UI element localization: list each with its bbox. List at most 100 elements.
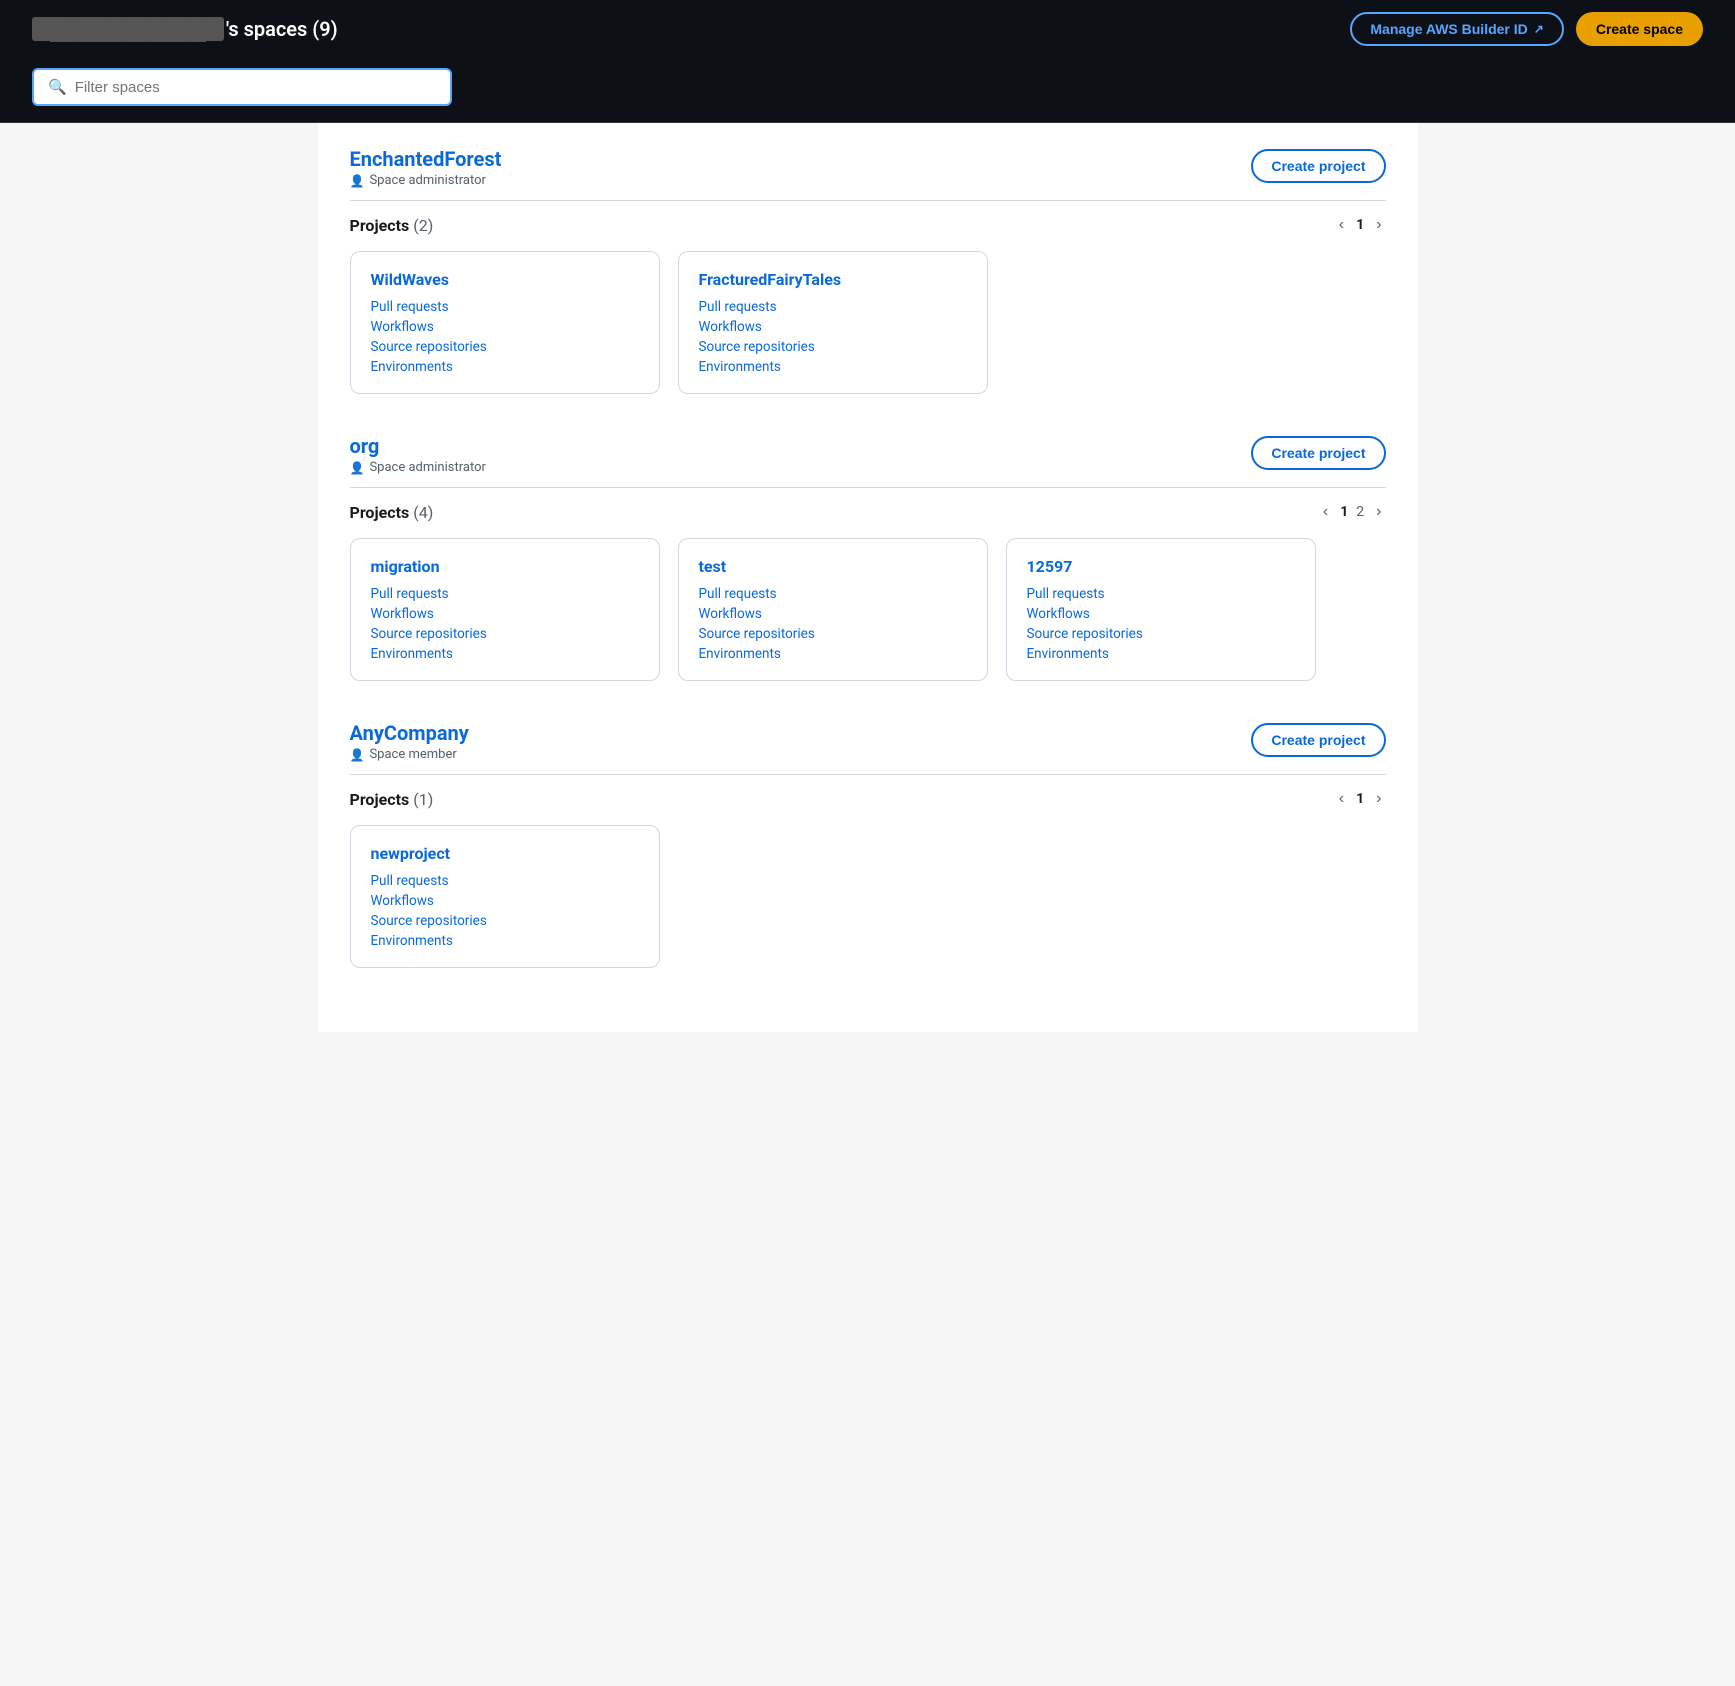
pagination-any-company: ‹ 1 › <box>1335 789 1386 809</box>
project-link-pull-requests-12597[interactable]: Pull requests <box>1027 586 1295 602</box>
pagination-current-enchanted-forest: 1 <box>1356 217 1364 233</box>
title-username: ███████████ <box>32 17 224 41</box>
create-project-button-any-company[interactable]: Create project <box>1251 723 1385 757</box>
project-name-migration[interactable]: migration <box>371 557 639 576</box>
filter-spaces-input[interactable] <box>75 79 355 96</box>
pagination-org: ‹ 12 › <box>1319 502 1386 522</box>
project-links-12597: Pull requests Workflows Source repositorie… <box>1027 586 1295 662</box>
person-icon: 👤 <box>350 461 365 475</box>
project-link-workflows-12597[interactable]: Workflows <box>1027 606 1295 622</box>
project-links-newproject: Pull requests Workflows Source repositorie… <box>371 873 639 949</box>
header-actions: Manage AWS Builder ID ↗ Create space <box>1350 12 1703 46</box>
space-name-link-any-company[interactable]: AnyCompany <box>350 721 469 745</box>
pagination-next-org[interactable]: › <box>1372 502 1385 522</box>
role-text-org: Space administrator <box>369 460 485 475</box>
projects-grid-enchanted-forest: WildWaves Pull requests Workflows Source re… <box>350 251 1386 394</box>
projects-bar-org: Projects (4) ‹ 12 › <box>350 487 1386 522</box>
project-link-workflows-newproject[interactable]: Workflows <box>371 893 639 909</box>
projects-label-org: Projects (4) <box>350 503 434 522</box>
project-link-environments-12597[interactable]: Environments <box>1027 646 1295 662</box>
page-header: ███████████'s spaces (9) Manage AWS Buil… <box>0 0 1735 58</box>
space-info-enchanted-forest: EnchantedForest 👤 Space administrator <box>350 147 502 188</box>
space-role-any-company: 👤 Space member <box>350 747 469 762</box>
space-name-link-org[interactable]: org <box>350 434 380 458</box>
project-link-workflows-wild-waves[interactable]: Workflows <box>371 319 639 335</box>
project-link-source-repositories-migration[interactable]: Source repositories <box>371 626 639 642</box>
space-section-enchanted-forest: EnchantedForest 👤 Space administrator Creat… <box>350 147 1386 394</box>
project-link-environments-wild-waves[interactable]: Environments <box>371 359 639 375</box>
project-link-workflows-fractured-fairy-tales[interactable]: Workflows <box>699 319 967 335</box>
projects-count-any-company: (1) <box>413 790 433 809</box>
projects-grid-any-company: newproject Pull requests Workflows Source r… <box>350 825 1386 968</box>
space-info-org: org 👤 Space administrator <box>350 434 486 475</box>
projects-label-any-company: Projects (1) <box>350 790 434 809</box>
create-project-button-org[interactable]: Create project <box>1251 436 1385 470</box>
project-links-fractured-fairy-tales: Pull requests Workflows Source repositorie… <box>699 299 967 375</box>
projects-bar-enchanted-forest: Projects (2) ‹ 1 › <box>350 200 1386 235</box>
projects-grid-org: migration Pull requests Workflows Source re… <box>350 538 1386 681</box>
project-link-environments-migration[interactable]: Environments <box>371 646 639 662</box>
pagination-page2-org[interactable]: 2 <box>1356 504 1364 520</box>
project-link-source-repositories-12597[interactable]: Source repositories <box>1027 626 1295 642</box>
main-content: EnchantedForest 👤 Space administrator Creat… <box>318 123 1418 1032</box>
space-section-org: org 👤 Space administrator Create project Pro… <box>350 434 1386 681</box>
manage-aws-builder-id-button[interactable]: Manage AWS Builder ID ↗ <box>1350 12 1563 46</box>
project-name-newproject[interactable]: newproject <box>371 844 639 863</box>
project-links-wild-waves: Pull requests Workflows Source repositorie… <box>371 299 639 375</box>
project-link-environments-test[interactable]: Environments <box>699 646 967 662</box>
project-name-wild-waves[interactable]: WildWaves <box>371 270 639 289</box>
project-name-test[interactable]: test <box>699 557 967 576</box>
project-card-wild-waves: WildWaves Pull requests Workflows Source re… <box>350 251 660 394</box>
space-header-org: org 👤 Space administrator Create project <box>350 434 1386 475</box>
project-link-pull-requests-fractured-fairy-tales[interactable]: Pull requests <box>699 299 967 315</box>
pagination-prev-org[interactable]: ‹ <box>1319 502 1332 522</box>
external-link-icon: ↗ <box>1534 22 1544 36</box>
space-header-any-company: AnyCompany 👤 Space member Create project <box>350 721 1386 762</box>
project-link-workflows-migration[interactable]: Workflows <box>371 606 639 622</box>
project-link-source-repositories-newproject[interactable]: Source repositories <box>371 913 639 929</box>
project-link-pull-requests-migration[interactable]: Pull requests <box>371 586 639 602</box>
project-link-workflows-test[interactable]: Workflows <box>699 606 967 622</box>
project-name-fractured-fairy-tales[interactable]: FracturedFairyTales <box>699 270 967 289</box>
page-title: ███████████'s spaces (9) <box>32 17 338 42</box>
projects-label-enchanted-forest: Projects (2) <box>350 216 434 235</box>
project-name-12597[interactable]: 12597 <box>1027 557 1295 576</box>
project-link-environments-newproject[interactable]: Environments <box>371 933 639 949</box>
space-section-any-company: AnyCompany 👤 Space member Create project Pro… <box>350 721 1386 968</box>
search-bar-section: 🔍 <box>0 58 1735 123</box>
projects-count-org: (4) <box>413 503 433 522</box>
spaces-list: EnchantedForest 👤 Space administrator Creat… <box>350 147 1386 968</box>
project-card-test: test Pull requests Workflows Source reposit… <box>678 538 988 681</box>
space-header-enchanted-forest: EnchantedForest 👤 Space administrator Creat… <box>350 147 1386 188</box>
create-project-button-enchanted-forest[interactable]: Create project <box>1251 149 1385 183</box>
role-text-any-company: Space member <box>369 747 456 762</box>
pagination-current-org: 1 <box>1340 504 1348 520</box>
pagination-prev-enchanted-forest[interactable]: ‹ <box>1335 215 1348 235</box>
space-info-any-company: AnyCompany 👤 Space member <box>350 721 469 762</box>
project-card-12597: 12597 Pull requests Workflows Source reposi… <box>1006 538 1316 681</box>
pagination-current-any-company: 1 <box>1356 791 1364 807</box>
project-link-source-repositories-wild-waves[interactable]: Source repositories <box>371 339 639 355</box>
project-link-source-repositories-fractured-fairy-tales[interactable]: Source repositories <box>699 339 967 355</box>
project-link-source-repositories-test[interactable]: Source repositories <box>699 626 967 642</box>
project-link-environments-fractured-fairy-tales[interactable]: Environments <box>699 359 967 375</box>
project-card-fractured-fairy-tales: FracturedFairyTales Pull requests Workflow… <box>678 251 988 394</box>
projects-bar-any-company: Projects (1) ‹ 1 › <box>350 774 1386 809</box>
projects-count-enchanted-forest: (2) <box>413 216 433 235</box>
space-role-enchanted-forest: 👤 Space administrator <box>350 173 502 188</box>
project-link-pull-requests-test[interactable]: Pull requests <box>699 586 967 602</box>
pagination-next-any-company[interactable]: › <box>1372 789 1385 809</box>
person-icon: 👤 <box>350 174 365 188</box>
pagination-prev-any-company[interactable]: ‹ <box>1335 789 1348 809</box>
space-name-link-enchanted-forest[interactable]: EnchantedForest <box>350 147 502 171</box>
pagination-enchanted-forest: ‹ 1 › <box>1335 215 1386 235</box>
project-link-pull-requests-wild-waves[interactable]: Pull requests <box>371 299 639 315</box>
project-links-test: Pull requests Workflows Source repositorie… <box>699 586 967 662</box>
project-link-pull-requests-newproject[interactable]: Pull requests <box>371 873 639 889</box>
create-space-button[interactable]: Create space <box>1576 12 1703 46</box>
pagination-next-enchanted-forest[interactable]: › <box>1372 215 1385 235</box>
person-icon: 👤 <box>350 748 365 762</box>
project-card-newproject: newproject Pull requests Workflows Source r… <box>350 825 660 968</box>
search-icon: 🔍 <box>48 78 67 96</box>
role-text-enchanted-forest: Space administrator <box>369 173 485 188</box>
